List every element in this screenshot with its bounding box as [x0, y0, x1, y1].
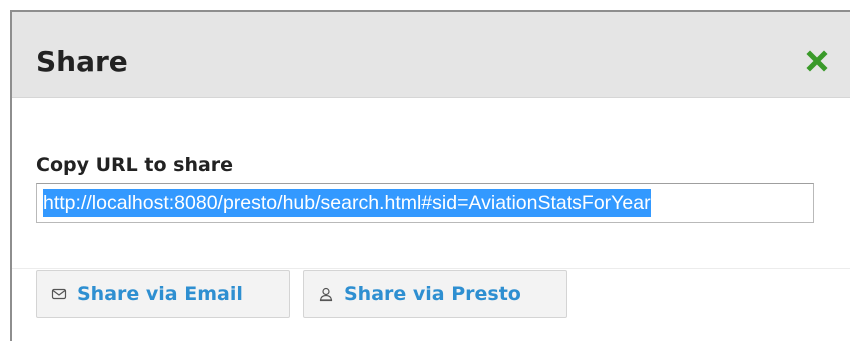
- footer-divider: [12, 268, 850, 269]
- close-x-icon: [806, 50, 828, 72]
- user-icon: [319, 287, 333, 302]
- share-via-presto-label: Share via Presto: [344, 283, 521, 305]
- url-field-label: Copy URL to share: [36, 154, 234, 176]
- dialog-body: Copy URL to share http://localhost:8080/…: [12, 98, 850, 268]
- share-url-text[interactable]: http://localhost:8080/presto/hub/search.…: [43, 189, 651, 217]
- share-url-input[interactable]: http://localhost:8080/presto/hub/search.…: [36, 183, 814, 223]
- close-button[interactable]: [806, 50, 828, 72]
- share-via-presto-button[interactable]: Share via Presto: [303, 270, 567, 318]
- dialog-title: Share: [36, 45, 128, 78]
- dialog-header: Share: [12, 12, 850, 98]
- share-dialog: Share Copy URL to share http://localhost…: [10, 10, 850, 341]
- screen: Share Copy URL to share http://localhost…: [0, 0, 850, 341]
- share-via-email-button[interactable]: Share via Email: [36, 270, 290, 318]
- share-via-email-label: Share via Email: [77, 283, 243, 305]
- envelope-icon: [51, 288, 67, 300]
